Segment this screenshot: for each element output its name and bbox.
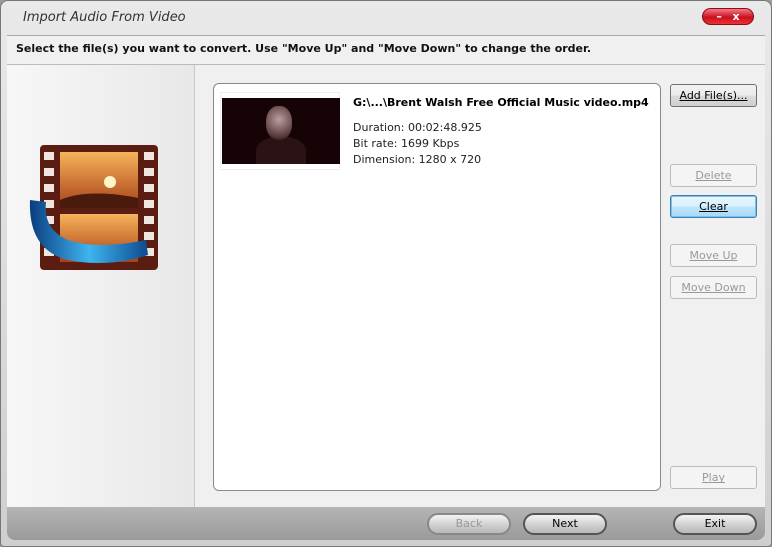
- instruction-text: Select the file(s) you want to convert. …: [16, 42, 592, 55]
- file-name: G:\...\Brent Walsh Free Official Music v…: [353, 96, 649, 109]
- delete-button[interactable]: Delete: [670, 164, 757, 187]
- move-up-button[interactable]: Move Up: [670, 244, 757, 267]
- exit-button[interactable]: Exit: [673, 513, 757, 535]
- file-dimension: Dimension: 1280 x 720: [353, 153, 482, 166]
- next-button[interactable]: Next: [523, 513, 607, 535]
- move-down-button[interactable]: Move Down: [670, 276, 757, 299]
- close-button[interactable]: x: [733, 10, 740, 23]
- window-controls: – x: [702, 8, 754, 25]
- file-duration: Duration: 00:02:48.925: [353, 121, 482, 134]
- left-panel: [7, 65, 195, 507]
- video-thumbnail: [220, 92, 340, 170]
- play-button[interactable]: Play: [670, 466, 757, 489]
- bottom-bar: [7, 507, 765, 540]
- file-bitrate: Bit rate: 1699 Kbps: [353, 137, 460, 150]
- minimize-button[interactable]: –: [716, 10, 722, 23]
- clear-button[interactable]: Clear: [670, 195, 757, 218]
- file-list[interactable]: G:\...\Brent Walsh Free Official Music v…: [213, 83, 661, 491]
- add-files-button[interactable]: Add File(s)...: [670, 84, 757, 107]
- back-button[interactable]: Back: [427, 513, 511, 535]
- film-strip-audio-icon: [29, 145, 158, 270]
- window-title: Import Audio From Video: [23, 10, 186, 25]
